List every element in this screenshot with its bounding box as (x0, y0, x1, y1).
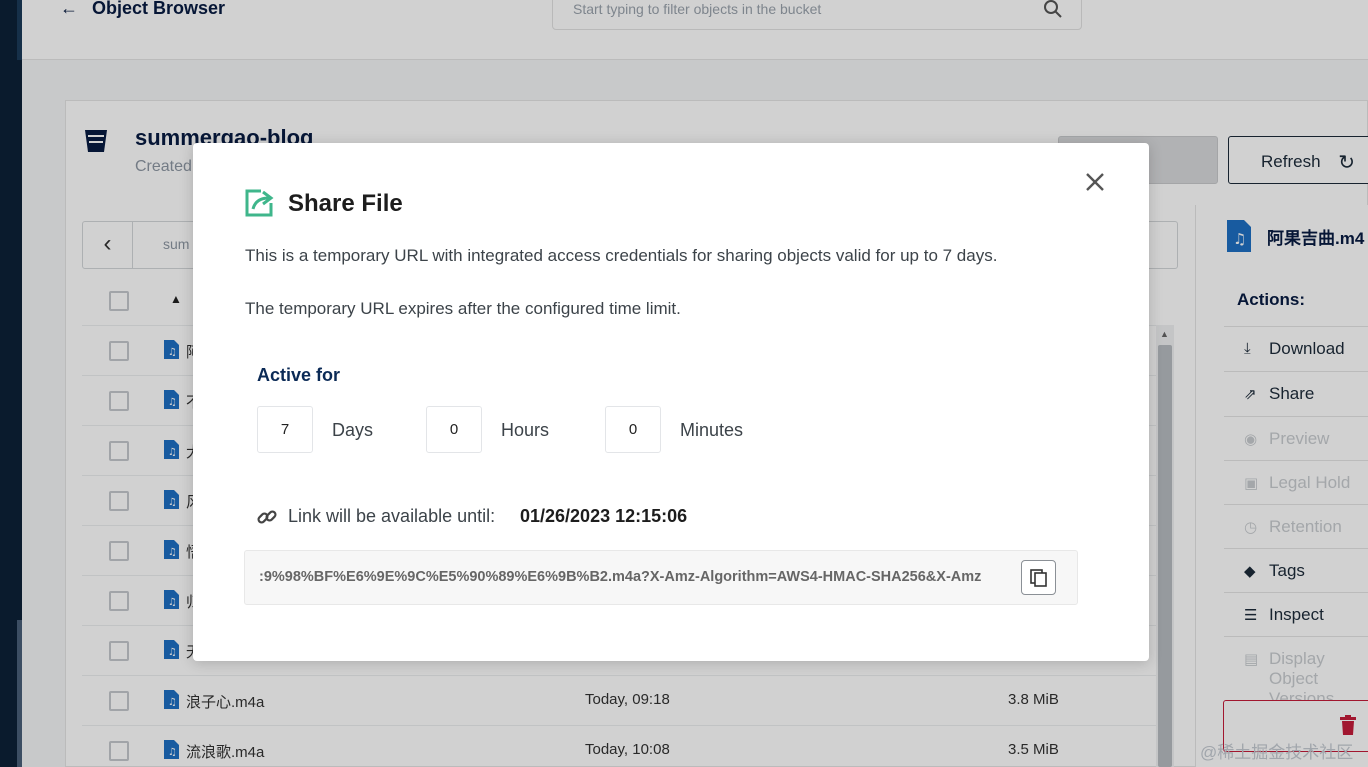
share-file-dialog: Share File This is a temporary URL with … (193, 143, 1149, 661)
dialog-title: Share File (288, 190, 403, 217)
hours-label: Hours (501, 420, 550, 440)
minutes-input[interactable]: 0 (605, 406, 661, 453)
copy-url-button[interactable] (1021, 560, 1056, 595)
share-url-field[interactable]: :9%98%BF%E6%9E%9C%E5%90%89%E6%9B%B2.m4a?… (244, 550, 1078, 605)
link-icon (257, 510, 277, 524)
availability-label: Link will be available until: (288, 506, 496, 526)
share-url-value: :9%98%BF%E6%9E%9C%E5%90%89%E6%9B%B2.m4a?… (259, 569, 982, 585)
active-for-label: Active for (257, 365, 341, 385)
hours-input[interactable]: 0 (426, 406, 482, 453)
days-input[interactable]: 7 (257, 406, 313, 453)
copy-icon (1030, 569, 1047, 587)
dialog-expiry-note: The temporary URL expires after the conf… (245, 299, 681, 318)
days-label: Days (332, 420, 374, 440)
close-icon[interactable] (1082, 169, 1108, 195)
share-url-text[interactable]: :9%98%BF%E6%9E%9C%E5%90%89%E6%9B%B2.m4a?… (259, 569, 1021, 585)
share-icon (245, 189, 274, 217)
availability-date: 01/26/2023 12:15:06 (520, 506, 688, 526)
dialog-description: This is a temporary URL with integrated … (245, 246, 998, 265)
minutes-label: Minutes (680, 420, 744, 440)
